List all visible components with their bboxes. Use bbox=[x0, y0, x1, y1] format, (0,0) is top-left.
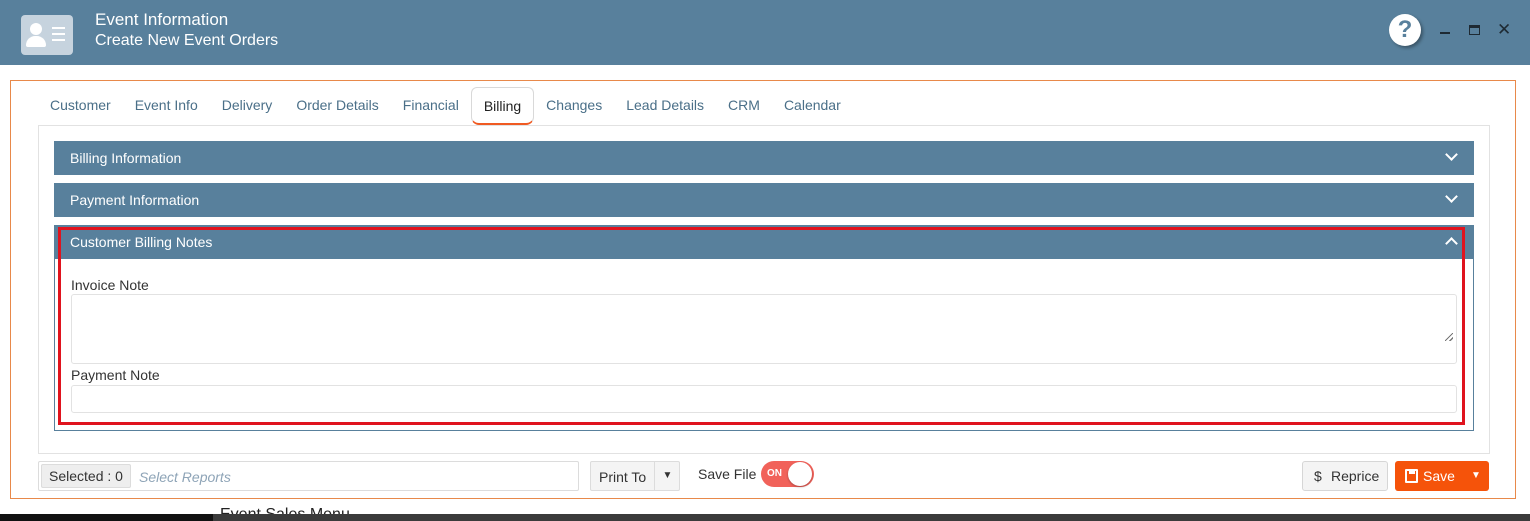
print-to-dropdown[interactable]: Print To ▼ bbox=[590, 461, 680, 491]
resize-grip-icon[interactable] bbox=[1445, 333, 1453, 341]
chevron-down-icon bbox=[1445, 190, 1458, 203]
event-form-frame: Customer Event Info Delivery Order Detai… bbox=[10, 80, 1516, 499]
caret-down-icon[interactable]: ▼ bbox=[1471, 461, 1481, 491]
tab-lead-details[interactable]: Lead Details bbox=[614, 87, 716, 125]
tab-order-details[interactable]: Order Details bbox=[284, 87, 390, 125]
customer-billing-notes-header[interactable]: Customer Billing Notes bbox=[54, 225, 1474, 259]
reprice-button[interactable]: $ Reprice bbox=[1302, 461, 1388, 491]
window-subtitle: Create New Event Orders bbox=[95, 32, 279, 49]
tab-billing[interactable]: Billing bbox=[470, 87, 535, 125]
customer-billing-notes-title: Customer Billing Notes bbox=[70, 234, 213, 250]
tab-changes[interactable]: Changes bbox=[534, 87, 614, 125]
help-icon[interactable]: ? bbox=[1389, 14, 1421, 46]
tab-crm[interactable]: CRM bbox=[716, 87, 772, 125]
contact-card-icon bbox=[21, 15, 73, 55]
taskbar-label: Event Sales Menu bbox=[220, 506, 350, 514]
billing-tab-content: Billing Information Payment Information … bbox=[38, 125, 1490, 454]
tab-event-info[interactable]: Event Info bbox=[123, 87, 210, 125]
window-title: Event Information bbox=[95, 10, 229, 29]
save-file-toggle[interactable]: ON bbox=[761, 461, 814, 487]
invoice-note-label: Invoice Note bbox=[71, 277, 149, 293]
print-to-label: Print To bbox=[599, 469, 647, 485]
caret-down-icon[interactable]: ▼ bbox=[654, 462, 680, 490]
maximize-icon[interactable] bbox=[1468, 22, 1482, 38]
toggle-state-text: ON bbox=[767, 468, 782, 479]
select-reports-placeholder: Select Reports bbox=[139, 469, 231, 485]
minimize-icon[interactable] bbox=[1438, 22, 1452, 38]
tab-calendar[interactable]: Calendar bbox=[772, 87, 853, 125]
dollar-icon: $ bbox=[1314, 468, 1322, 484]
customer-billing-notes-panel: Customer Billing Notes Invoice Note Paym… bbox=[54, 225, 1474, 431]
toggle-knob bbox=[788, 462, 812, 486]
save-button[interactable]: Save ▼ bbox=[1395, 461, 1489, 491]
tab-customer[interactable]: Customer bbox=[38, 87, 123, 125]
floppy-disk-icon bbox=[1405, 469, 1418, 483]
reports-selector[interactable]: Selected : 0 Select Reports bbox=[38, 461, 579, 491]
payment-information-header[interactable]: Payment Information bbox=[54, 183, 1474, 217]
save-label: Save bbox=[1423, 468, 1455, 484]
window-title-bar: Event Information Create New Event Order… bbox=[0, 0, 1530, 65]
taskbar-strip bbox=[0, 514, 1530, 521]
payment-note-label: Payment Note bbox=[71, 367, 160, 383]
close-icon[interactable]: ✕ bbox=[1497, 21, 1511, 38]
tab-delivery[interactable]: Delivery bbox=[210, 87, 285, 125]
billing-information-header[interactable]: Billing Information bbox=[54, 141, 1474, 175]
taskbar-text: Event Sales Menu bbox=[220, 503, 350, 514]
tab-bar: Customer Event Info Delivery Order Detai… bbox=[38, 87, 853, 125]
tab-financial[interactable]: Financial bbox=[391, 87, 471, 125]
chevron-down-icon bbox=[1445, 148, 1458, 161]
chevron-up-icon bbox=[1445, 237, 1458, 250]
reprice-label: Reprice bbox=[1331, 468, 1380, 484]
billing-information-title: Billing Information bbox=[70, 150, 182, 166]
selected-count-badge: Selected : 0 bbox=[41, 464, 131, 488]
payment-information-title: Payment Information bbox=[70, 192, 200, 208]
payment-note-input[interactable] bbox=[71, 385, 1457, 413]
save-file-label: Save File bbox=[698, 466, 757, 482]
invoice-note-textarea[interactable] bbox=[71, 294, 1457, 364]
